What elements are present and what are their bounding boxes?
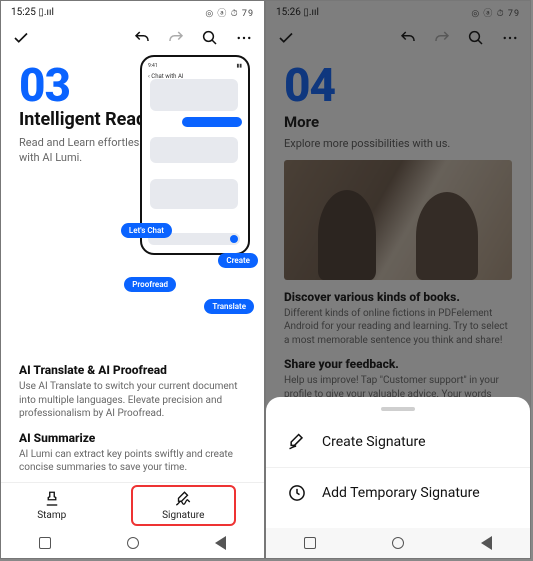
nav-back-icon[interactable] — [481, 536, 492, 550]
nav-back-icon[interactable] — [215, 536, 226, 550]
confirm-icon[interactable] — [11, 28, 31, 48]
tab-stamp[interactable]: Stamp — [1, 483, 103, 528]
redo-icon[interactable] — [166, 28, 186, 48]
tab-signature[interactable]: Signature — [131, 485, 237, 526]
android-nav — [266, 528, 530, 558]
tab-signature-label: Signature — [162, 510, 204, 521]
tab-bar: Stamp Signature — [1, 482, 264, 528]
page-subtitle: Read and Learn effortlessly with AI Lumi… — [19, 136, 159, 166]
bubble-create: Create — [218, 253, 258, 268]
undo-icon[interactable] — [132, 28, 152, 48]
nav-recent-icon[interactable] — [39, 537, 51, 549]
status-icons: ◎ ⓐ ⏱ 79 — [205, 6, 254, 19]
bubble-translate: Translate — [204, 299, 254, 314]
more-icon[interactable] — [234, 28, 254, 48]
bubble-chat: Let's Chat — [121, 223, 172, 238]
feature-translate: AI Translate & AI ProofreadUse AI Transl… — [19, 363, 246, 421]
search-icon[interactable] — [200, 28, 220, 48]
pen-icon — [286, 431, 308, 453]
signature-icon — [174, 490, 192, 508]
status-time: 15:25 — [11, 7, 36, 18]
sheet-handle[interactable] — [381, 407, 415, 411]
status-signal: ▯.ııl — [38, 7, 54, 18]
toolbar — [1, 23, 264, 53]
signature-sheet: Create Signature Add Temporary Signature — [266, 397, 530, 528]
nav-home-icon[interactable] — [127, 537, 139, 549]
stamp-icon — [43, 490, 61, 508]
android-nav — [1, 528, 264, 558]
tab-stamp-label: Stamp — [37, 510, 66, 521]
option-add-temporary-signature[interactable]: Add Temporary Signature — [266, 467, 530, 518]
option-temp-label: Add Temporary Signature — [322, 485, 480, 501]
bubble-proofread: Proofread — [124, 277, 176, 292]
nav-recent-icon[interactable] — [304, 537, 316, 549]
option-create-label: Create Signature — [322, 434, 426, 450]
nav-home-icon[interactable] — [392, 537, 404, 549]
clock-icon — [286, 482, 308, 504]
option-create-signature[interactable]: Create Signature — [266, 417, 530, 467]
feature-summarize: AI SummarizeAI Lumi can extract key poin… — [19, 431, 246, 475]
status-bar: 15:25 ▯.ııl ◎ ⓐ ⏱ 79 — [1, 1, 264, 23]
